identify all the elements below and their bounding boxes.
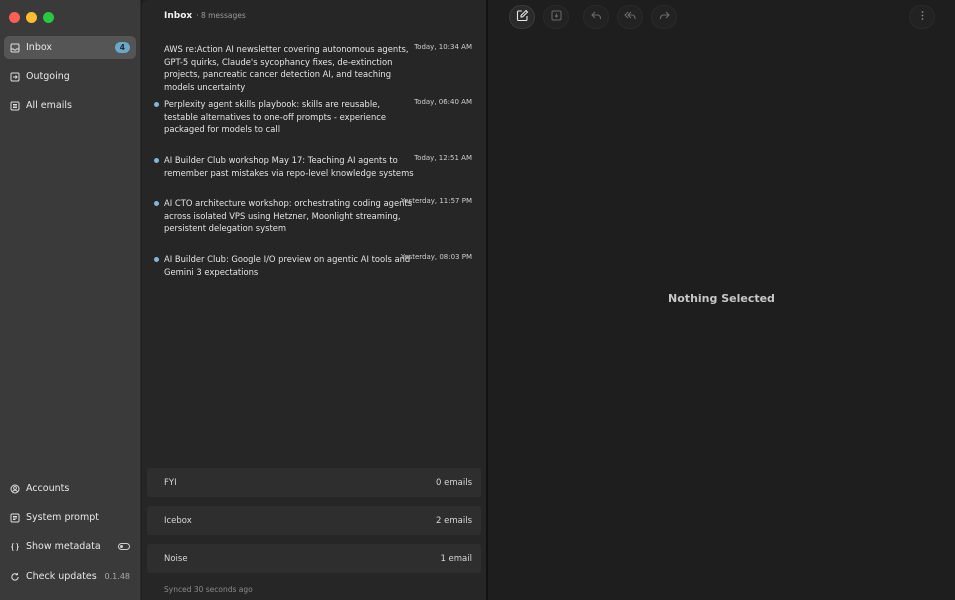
message-row[interactable]: Perplexity agent skills playbook: skills… — [142, 98, 486, 138]
refresh-icon — [10, 572, 20, 582]
sidebar-item-label: Inbox — [26, 42, 52, 53]
archive-button[interactable] — [543, 5, 569, 29]
reply-all-button[interactable] — [617, 5, 643, 29]
compose-button[interactable] — [509, 5, 535, 29]
message-subject: AI Builder Club workshop May 17: Teachin… — [164, 155, 414, 178]
unread-count-badge: 4 — [114, 42, 130, 53]
more-icon — [916, 9, 929, 25]
reading-pane: Nothing Selected — [488, 0, 955, 600]
category-fyi[interactable]: FYI 0 emails — [147, 468, 481, 497]
braces-icon — [10, 542, 20, 552]
account-icon — [10, 484, 20, 494]
message-row[interactable]: AI CTO architecture workshop: orchestrat… — [142, 197, 486, 237]
unread-indicator — [154, 102, 159, 107]
app-version: 0.1.48 — [104, 572, 130, 581]
sidebar-item-label: Check updates — [26, 571, 97, 582]
message-time: Today, 06:40 AM — [414, 98, 472, 106]
zoom-window-button[interactable] — [43, 12, 54, 23]
sidebar-item-show-metadata[interactable]: Show metadata — [4, 535, 136, 558]
mail-app-window: Inbox 4 Outgoing All emails Accounts Sys… — [0, 0, 955, 600]
sidebar-item-accounts[interactable]: Accounts — [4, 477, 136, 500]
message-row[interactable]: AI Builder Club: Google I/O preview on a… — [142, 253, 486, 281]
reply-icon — [590, 9, 603, 25]
all-emails-icon — [10, 101, 20, 111]
more-options-button[interactable] — [909, 5, 935, 29]
message-row[interactable]: AWS re:Action AI newsletter covering aut… — [142, 43, 486, 92]
reply-all-icon — [623, 9, 637, 25]
message-subject: AWS re:Action AI newsletter covering aut… — [164, 44, 409, 92]
unread-indicator — [154, 158, 159, 163]
unread-indicator — [154, 201, 159, 206]
message-time: Today, 12:51 AM — [414, 154, 472, 162]
sidebar-item-outgoing[interactable]: Outgoing — [4, 65, 136, 88]
forward-icon — [658, 9, 671, 25]
message-subject: AI Builder Club: Google I/O preview on a… — [164, 254, 411, 277]
sync-status: Synced 30 seconds ago — [164, 585, 253, 594]
category-count: 2 emails — [436, 515, 472, 526]
sidebar-item-label: All emails — [26, 100, 72, 111]
sidebar-item-label: System prompt — [26, 512, 99, 523]
forward-button[interactable] — [651, 5, 677, 29]
reply-button[interactable] — [583, 5, 609, 29]
empty-state-text: Nothing Selected — [668, 292, 775, 305]
sidebar-item-inbox[interactable]: Inbox 4 — [4, 36, 136, 59]
message-subject: AI CTO architecture workshop: orchestrat… — [164, 198, 413, 233]
message-row[interactable]: AI Builder Club workshop May 17: Teachin… — [142, 154, 486, 182]
message-time: Today, 10:34 AM — [414, 43, 472, 51]
message-list-pane: Inbox · 8 messages AWS re:Action AI news… — [142, 0, 486, 600]
outgoing-icon — [10, 72, 20, 82]
category-icebox[interactable]: Icebox 2 emails — [147, 506, 481, 535]
category-count: 0 emails — [436, 477, 472, 488]
close-window-button[interactable] — [9, 12, 20, 23]
message-subject: Perplexity agent skills playbook: skills… — [164, 99, 387, 134]
prompt-icon — [10, 513, 20, 523]
metadata-toggle[interactable] — [118, 543, 130, 550]
category-count: 1 email — [440, 553, 472, 564]
window-controls — [9, 12, 54, 23]
compose-icon — [516, 9, 529, 25]
sidebar-item-system-prompt[interactable]: System prompt — [4, 506, 136, 529]
message-count: · 8 messages — [196, 11, 246, 20]
message-time: Yesterday, 08:03 PM — [400, 253, 472, 261]
category-name: Icebox — [164, 515, 192, 526]
list-header: Inbox · 8 messages — [164, 11, 246, 21]
sidebar-item-all-emails[interactable]: All emails — [4, 94, 136, 117]
sidebar: Inbox 4 Outgoing All emails Accounts Sys… — [0, 0, 141, 600]
category-noise[interactable]: Noise 1 email — [147, 544, 481, 573]
sidebar-item-label: Accounts — [26, 483, 70, 494]
unread-indicator — [154, 257, 159, 262]
category-name: Noise — [164, 553, 188, 564]
mailbox-title: Inbox — [164, 11, 193, 21]
category-name: FYI — [164, 477, 177, 488]
minimize-window-button[interactable] — [26, 12, 37, 23]
sidebar-item-check-updates[interactable]: Check updates 0.1.48 — [4, 565, 136, 588]
archive-icon — [550, 9, 563, 25]
inbox-icon — [10, 43, 20, 53]
message-time: Yesterday, 11:57 PM — [400, 197, 472, 205]
sidebar-item-label: Show metadata — [26, 541, 101, 552]
sidebar-item-label: Outgoing — [26, 71, 70, 82]
